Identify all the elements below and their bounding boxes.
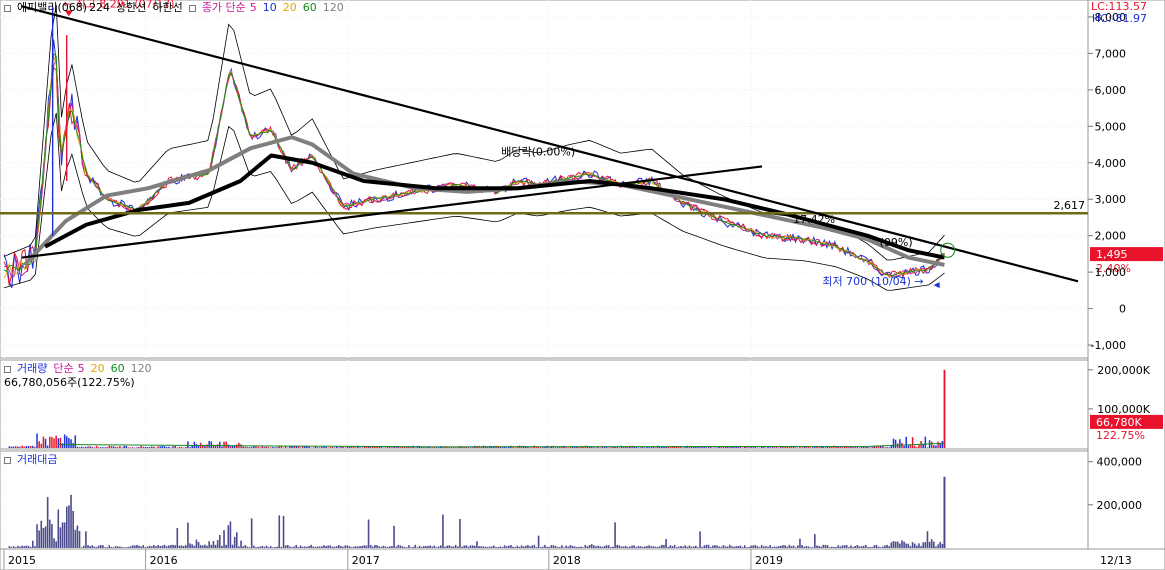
price-legend-upper: 상한선 [116, 1, 147, 14]
volume-current-pct: 122.75% [1096, 429, 1145, 442]
amount-legend-title: 거래대금 [17, 453, 58, 466]
x-end-label: 12/13 [1100, 554, 1132, 567]
volume-ma-label: 단순 [53, 362, 74, 375]
volume-tick-label: 200,000K [1097, 364, 1150, 377]
ma-box-icon[interactable] [188, 4, 196, 12]
volume-panel [0, 359, 1089, 450]
ma-label: 종가 단순 [201, 1, 246, 14]
x-tick-label: 2019 [755, 554, 783, 567]
price-tick-label: 0 [1119, 303, 1126, 316]
price-tick-label: 5,000 [1095, 120, 1127, 133]
volume-tick-label: 100,000K [1097, 403, 1150, 416]
amount-legend: 거래대금 [4, 453, 63, 467]
ma10-label: 10 [262, 1, 277, 14]
price-tick-label: 6,000 [1095, 84, 1127, 97]
ma20-label: 20 [282, 1, 297, 14]
volume-box-icon[interactable] [4, 365, 11, 373]
x-tick-label: 2016 [150, 554, 178, 567]
price-legend-title: 에피밸리(068) [17, 1, 88, 14]
hline-value-label: 2,617 [1054, 199, 1086, 212]
price-tick-label: 1,000 [1095, 266, 1127, 279]
price-legend-lower: 하한선 [152, 1, 183, 14]
amount-box-icon[interactable] [4, 456, 11, 464]
price-tick-label: 7,000 [1095, 47, 1127, 60]
price-tick-label: 4,000 [1095, 157, 1127, 170]
volume-legend-title: 거래량 [17, 362, 48, 375]
price-legend: 에피밸리(068) 224 상한선 하한선 종가 단순 5 10 20 60 120 [4, 1, 350, 15]
pct-annotation-2: (09%) [880, 236, 913, 249]
amount-panel [0, 450, 1089, 550]
stock-chart: 2,617← 최고 8,291 (07/17)최저 700 (10/04) →배… [0, 0, 1165, 570]
volume-current-label: 66,780K [1096, 416, 1142, 429]
amount-tick-label: 400,000 [1097, 456, 1143, 469]
vol-ma5-label: 5 [77, 362, 85, 375]
volume-legend: 거래량 단순 5 20 60 120 [4, 362, 158, 376]
current-price-label: 1,495 [1096, 248, 1128, 261]
price-legend-extra: 224 [89, 1, 111, 14]
vol-ma60-label: 60 [110, 362, 125, 375]
ma120-label: 120 [322, 1, 344, 14]
x-tick-label: 2015 [8, 554, 36, 567]
price-tick-label: 3,000 [1095, 193, 1127, 206]
vol-ma120-label: 120 [130, 362, 152, 375]
x-tick-label: 2018 [553, 554, 581, 567]
price-tick-label: 2,000 [1095, 230, 1127, 243]
low-annotation: 최저 700 (10/04) → [822, 275, 923, 288]
ma5-label: 5 [249, 1, 257, 14]
vol-ma20-label: 20 [90, 362, 105, 375]
dividend-annotation: 배당락(0.00%) [501, 145, 575, 158]
pct-annotation-1: 17.42% [793, 213, 835, 226]
hc-label: HC:-81.97 [1091, 12, 1147, 25]
legend-box-icon[interactable] [4, 4, 11, 12]
amount-tick-label: 200,000 [1097, 499, 1143, 512]
ma60-label: 60 [302, 1, 317, 14]
volume-current-text: 66,780,056주(122.75%) [4, 376, 135, 389]
x-tick-label: 2017 [352, 554, 380, 567]
price-tick-label: -1,000 [1091, 339, 1126, 352]
